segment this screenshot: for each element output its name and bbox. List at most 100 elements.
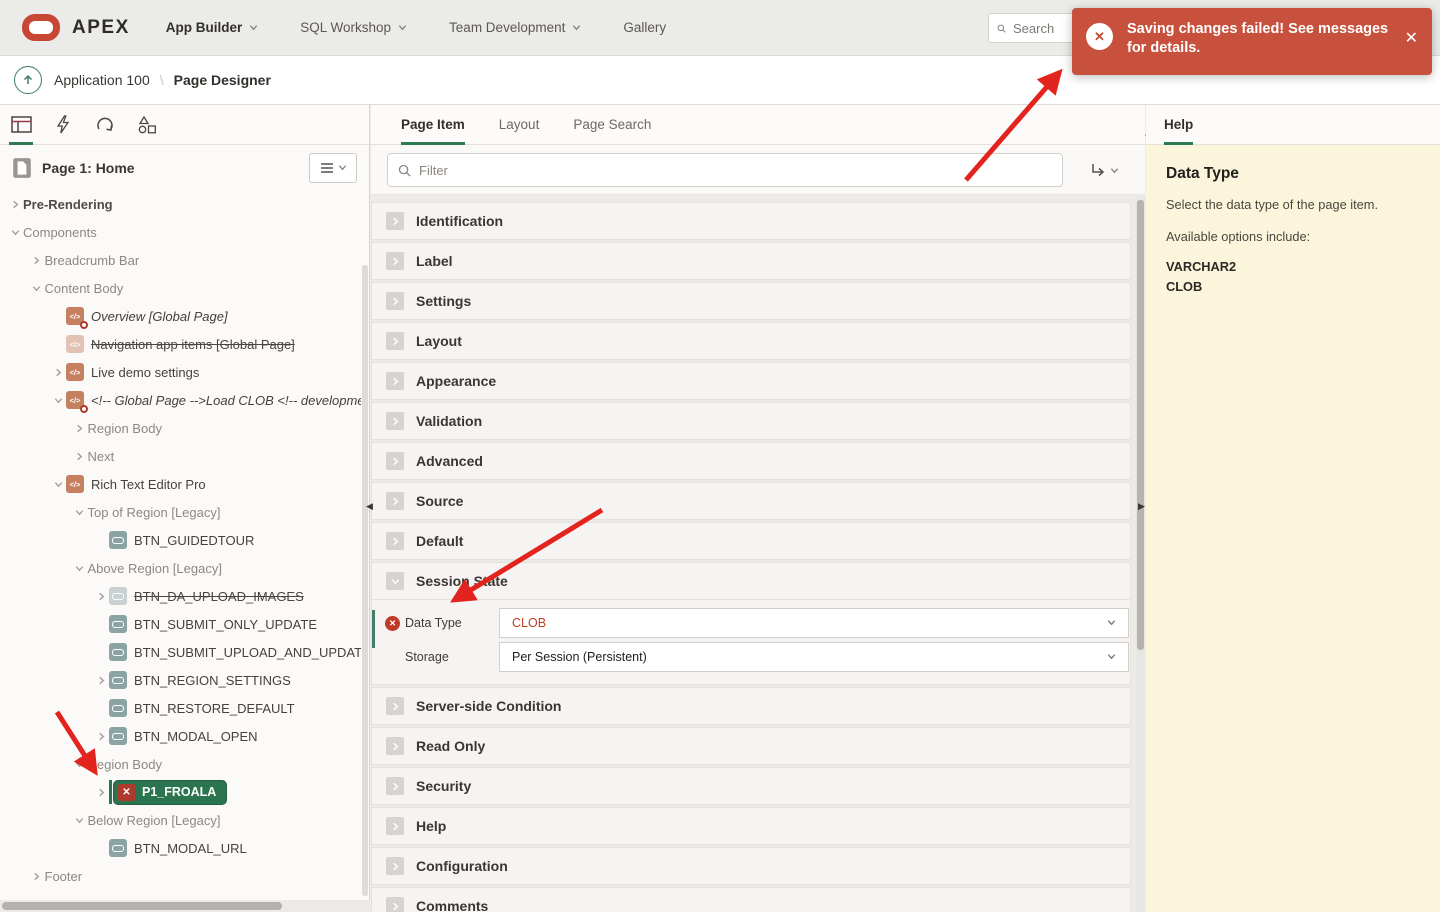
expand-icon[interactable]: [93, 728, 109, 744]
tree-item[interactable]: Components: [0, 218, 361, 246]
twisty-spacer: [93, 700, 109, 716]
section-comments[interactable]: Comments: [371, 887, 1131, 912]
tree-item[interactable]: BTN_RESTORE_DEFAULT: [0, 694, 361, 722]
section-read-only[interactable]: Read Only: [371, 727, 1131, 765]
tree-item[interactable]: Above Region [Legacy]: [0, 554, 361, 582]
section-default[interactable]: Default: [371, 522, 1131, 560]
tree-menu-button[interactable]: [309, 153, 357, 183]
tree-item[interactable]: Top of Region [Legacy]: [0, 498, 361, 526]
tree-item[interactable]: BTN_SUBMIT_ONLY_UPDATE: [0, 610, 361, 638]
section-layout[interactable]: Layout: [371, 322, 1131, 360]
tree-item[interactable]: BTN_GUIDEDTOUR: [0, 526, 361, 554]
tree-item[interactable]: Footer: [0, 862, 361, 890]
tree-item[interactable]: BTN_MODAL_OPEN: [0, 722, 361, 750]
brand-title: APEX: [72, 17, 130, 39]
help-panel: Help Data Type Select the data type of t…: [1146, 105, 1440, 912]
section-identification[interactable]: Identification: [371, 202, 1131, 240]
tree-item[interactable]: BTN_MODAL_URL: [0, 834, 361, 862]
go-to-group-button[interactable]: [1081, 153, 1127, 187]
tab-layout[interactable]: Layout: [499, 105, 540, 145]
menu-gallery[interactable]: Gallery: [623, 20, 666, 35]
tree-item[interactable]: Post-Rendering: [0, 890, 361, 894]
tab-processing[interactable]: [84, 105, 126, 145]
expand-icon[interactable]: [29, 868, 45, 884]
tree-item[interactable]: </>Rich Text Editor Pro: [0, 470, 361, 498]
menu-sql-workshop[interactable]: SQL Workshop: [300, 20, 407, 35]
up-arrow-icon[interactable]: [14, 66, 42, 94]
section-label[interactable]: Label: [371, 242, 1131, 280]
tree-item[interactable]: Below Region [Legacy]: [0, 806, 361, 834]
collapse-icon[interactable]: [50, 476, 66, 492]
section-server-side-condition[interactable]: Server-side Condition: [371, 687, 1131, 725]
collapse-right-splitter[interactable]: ▶: [1138, 502, 1145, 511]
property-select-data-type[interactable]: CLOB: [499, 608, 1129, 638]
section-label: Appearance: [416, 373, 496, 389]
collapse-icon[interactable]: [72, 756, 88, 772]
tab-rendering[interactable]: [0, 105, 42, 145]
tree-item[interactable]: Next: [0, 442, 361, 470]
expand-icon[interactable]: [93, 672, 109, 688]
expand-icon[interactable]: [72, 420, 88, 436]
section-security[interactable]: Security: [371, 767, 1131, 805]
collapse-icon[interactable]: [72, 560, 88, 576]
filter-input[interactable]: Filter: [387, 153, 1063, 187]
collapse-icon[interactable]: [72, 812, 88, 828]
collapse-icon[interactable]: [50, 392, 66, 408]
menu-team-development[interactable]: Team Development: [449, 20, 581, 35]
twisty-spacer: [93, 532, 109, 548]
collapse-icon[interactable]: [7, 224, 23, 240]
tree-item[interactable]: ✕P1_FROALA: [0, 778, 361, 806]
expand-icon[interactable]: [93, 588, 109, 604]
section-configuration[interactable]: Configuration: [371, 847, 1131, 885]
tree-item[interactable]: BTN_SUBMIT_UPLOAD_AND_UPDATE: [0, 638, 361, 666]
tree-item[interactable]: Content Body: [0, 274, 361, 302]
section-session-state[interactable]: Session State: [371, 562, 1131, 600]
collapse-icon[interactable]: [72, 504, 88, 520]
tab-page-shared-components[interactable]: [126, 105, 168, 145]
apex-logo-icon[interactable]: [22, 14, 60, 41]
tab-page-search[interactable]: Page Search: [573, 105, 651, 145]
shapes-icon: [137, 115, 158, 135]
tab-dynamic-actions[interactable]: [42, 105, 84, 145]
section-source[interactable]: Source: [371, 482, 1131, 520]
expand-icon[interactable]: [29, 252, 45, 268]
chevron-down-icon: [249, 20, 258, 35]
section-advanced[interactable]: Advanced: [371, 442, 1131, 480]
section-appearance[interactable]: Appearance: [371, 362, 1131, 400]
tree-vertical-scrollbar[interactable]: [362, 265, 368, 896]
expand-icon[interactable]: [50, 364, 66, 380]
section-label: Configuration: [416, 858, 508, 874]
section-settings[interactable]: Settings: [371, 282, 1131, 320]
tree-item[interactable]: Pre-Rendering: [0, 190, 361, 218]
properties-vertical-scrollbar[interactable]: [1136, 196, 1145, 912]
section-validation[interactable]: Validation: [371, 402, 1131, 440]
property-select-storage[interactable]: Per Session (Persistent): [499, 642, 1129, 672]
tree-item[interactable]: BTN_REGION_SETTINGS: [0, 666, 361, 694]
tree-item[interactable]: </>Live demo settings: [0, 358, 361, 386]
filter-row: Filter: [371, 145, 1145, 195]
tree-item[interactable]: BTN_DA_UPLOAD_IMAGES: [0, 582, 361, 610]
expand-icon[interactable]: [93, 784, 109, 800]
tree-item-label: Breadcrumb Bar: [45, 253, 140, 268]
tree-item[interactable]: </>Navigation app items [Global Page]: [0, 330, 361, 358]
tree-item[interactable]: Breadcrumb Bar: [0, 246, 361, 274]
selected-tree-item: ✕P1_FROALA: [114, 781, 226, 804]
expand-icon[interactable]: [7, 196, 23, 212]
tree-item[interactable]: </>Overview [Global Page]: [0, 302, 361, 330]
section-help[interactable]: Help: [371, 807, 1131, 845]
expand-icon: [386, 532, 404, 550]
menu-label: App Builder: [166, 20, 243, 35]
tree-horizontal-scrollbar[interactable]: [0, 900, 370, 912]
toast-close-button[interactable]: ✕: [1405, 28, 1418, 48]
tree-item[interactable]: </><!-- Global Page -->Load CLOB <!-- de…: [0, 386, 361, 414]
breadcrumb-application[interactable]: Application 100: [54, 72, 150, 88]
menu-app-builder[interactable]: App Builder: [166, 20, 259, 35]
collapse-icon[interactable]: [29, 280, 45, 296]
tree-item[interactable]: Region Body: [0, 414, 361, 442]
expand-icon[interactable]: [72, 448, 88, 464]
tab-page-item[interactable]: Page Item: [401, 105, 465, 145]
tree-item[interactable]: Region Body: [0, 750, 361, 778]
collapse-left-splitter[interactable]: ◀: [366, 502, 373, 511]
tab-help[interactable]: Help: [1164, 105, 1193, 145]
tree-item-label: Region Body: [88, 421, 162, 436]
